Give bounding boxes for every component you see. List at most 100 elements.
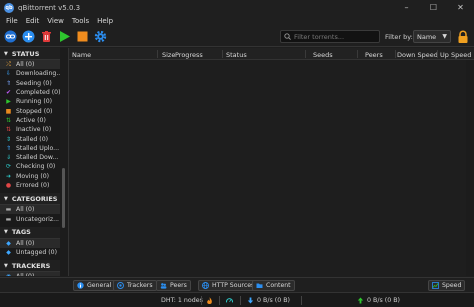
search-box[interactable] bbox=[280, 30, 380, 43]
minimize-button[interactable]: – bbox=[393, 0, 420, 15]
tab-peers[interactable]: Peers bbox=[156, 280, 191, 291]
menu-file[interactable]: File bbox=[2, 17, 22, 25]
sidebar-item-label: Completed (0) bbox=[16, 89, 60, 97]
sidebar-item-label: Moving (0) bbox=[16, 172, 50, 180]
sidebar-item-label: Stalled Dow... bbox=[16, 154, 59, 162]
sidebar-item-status-10[interactable]: ⇓ Stalled Dow... bbox=[0, 153, 60, 162]
tab-trackers[interactable]: Trackers bbox=[113, 280, 157, 291]
info-icon bbox=[77, 282, 84, 289]
sidebar-item-status-2[interactable]: ⇑ Seeding (0) bbox=[0, 79, 60, 88]
add-torrent-link-button[interactable] bbox=[3, 30, 17, 44]
sidebar-item-label: Seeding (0) bbox=[16, 79, 52, 87]
column-name[interactable]: Name bbox=[72, 51, 91, 59]
checking-icon: ⟳ bbox=[5, 163, 12, 171]
sidebar-item-status-1[interactable]: ⇩ Downloading... bbox=[0, 69, 60, 78]
moving-icon: ➜ bbox=[5, 172, 12, 180]
download-arrow-icon: ⇩ bbox=[5, 70, 12, 78]
tab-http-sources[interactable]: HTTP Sources bbox=[198, 280, 259, 291]
folder-icon: ▬ bbox=[5, 215, 12, 223]
column-up-speed[interactable]: Up Speed bbox=[440, 51, 471, 59]
peers-icon bbox=[160, 282, 167, 289]
speed-button[interactable]: Speed bbox=[428, 280, 466, 291]
column-down-speed[interactable]: Down Speed bbox=[397, 51, 438, 59]
sidebar-item-status-13[interactable]: ● Errored (0) bbox=[0, 181, 60, 190]
torrent-list-scrollbar[interactable] bbox=[466, 60, 474, 276]
torrent-list[interactable]: Name Size Progress Status Seeds Peers Do… bbox=[68, 48, 474, 276]
sidebar-item-label: Stopped (0) bbox=[16, 107, 53, 115]
tags-section-header[interactable]: ▼ TAGS bbox=[0, 226, 60, 239]
sidebar-item-status-4[interactable]: ▶ Running (0) bbox=[0, 97, 60, 106]
alt-speed-toggle[interactable] bbox=[226, 297, 236, 304]
sidebar-item-label: All (0) bbox=[16, 206, 35, 214]
trackers-icon bbox=[117, 282, 124, 289]
status-section-header[interactable]: ▼ STATUS bbox=[0, 48, 60, 60]
tab-trackers-label: Trackers bbox=[127, 282, 153, 289]
column-seeds[interactable]: Seeds bbox=[313, 51, 333, 59]
upload-speed-status: 0 B/s (0 B) bbox=[357, 297, 400, 304]
sidebar-item-status-3[interactable]: ✔ Completed (0) bbox=[0, 88, 60, 97]
sidebar-item-label: Errored (0) bbox=[16, 182, 50, 189]
sidebar-item-status-0[interactable]: ⤮ All (0) bbox=[0, 60, 60, 70]
maximize-button[interactable]: ☐ bbox=[420, 0, 447, 15]
stalled-download-icon: ⇓ bbox=[5, 154, 12, 162]
chevron-down-icon: ▼ bbox=[4, 195, 8, 202]
status-bar: DHT: 1 nodes 0 B/s (0 B) 0 B/s (0 B) bbox=[0, 292, 474, 307]
check-icon: ✔ bbox=[5, 89, 12, 97]
filter-by-select[interactable]: Name ▼ bbox=[413, 30, 451, 43]
qbittorrent-logo-icon: qb bbox=[4, 2, 14, 13]
delete-torrent-button[interactable] bbox=[39, 30, 53, 44]
trackers-section-header[interactable]: ▼ TRACKERS bbox=[0, 260, 60, 273]
sidebar-item-status-11[interactable]: ⟳ Checking (0) bbox=[0, 162, 60, 171]
sidebar-item-status-5[interactable]: ■ Stopped (0) bbox=[0, 106, 60, 115]
sidebar-item-category-1[interactable]: ▬ Uncategoriz... bbox=[0, 214, 60, 223]
categories-header-label: CATEGORIES bbox=[11, 194, 58, 203]
toolbar: Filter by: Name ▼ bbox=[0, 27, 474, 47]
sidebar-scroll-thumb[interactable] bbox=[62, 168, 65, 228]
stop-torrent-button[interactable] bbox=[75, 30, 89, 44]
start-torrent-button[interactable] bbox=[57, 30, 71, 44]
sidebar-item-tag-0[interactable]: ◆ All (0) bbox=[0, 238, 60, 249]
sidebar-scrollbar[interactable] bbox=[60, 48, 68, 276]
column-size[interactable]: Size bbox=[162, 51, 175, 59]
options-button[interactable] bbox=[93, 30, 107, 44]
search-icon bbox=[284, 33, 291, 40]
upload-chevron-icon: ⇑ bbox=[5, 79, 12, 87]
menu-tools[interactable]: Tools bbox=[68, 17, 93, 25]
add-torrent-file-button[interactable] bbox=[21, 30, 35, 44]
sidebar-item-status-12[interactable]: ➜ Moving (0) bbox=[0, 172, 60, 181]
properties-tab-bar: General Trackers Peers HTTP Sources Cont… bbox=[0, 277, 474, 292]
column-progress[interactable]: Progress bbox=[175, 51, 203, 59]
sidebar-item-tracker-0[interactable]: ◉ All (0) bbox=[0, 272, 60, 276]
sidebar-item-status-7[interactable]: ⇅ Inactive (0) bbox=[0, 125, 60, 134]
upload-arrow-icon bbox=[357, 297, 364, 304]
close-button[interactable]: ✕ bbox=[447, 0, 474, 15]
sidebar-item-tag-1[interactable]: ◆ Untagged (0) bbox=[0, 248, 60, 257]
tag-icon: ◆ bbox=[6, 239, 11, 247]
categories-section-header[interactable]: ▼ CATEGORIES bbox=[0, 193, 60, 206]
sidebar-item-category-0[interactable]: ▬ All (0) bbox=[0, 205, 60, 215]
tag-icon: ◆ bbox=[6, 249, 11, 257]
tab-general[interactable]: General bbox=[73, 280, 116, 291]
folder-icon bbox=[256, 282, 263, 289]
column-peers[interactable]: Peers bbox=[365, 51, 383, 59]
connection-status[interactable] bbox=[206, 296, 216, 304]
filter-by-label: Filter by: bbox=[385, 33, 413, 41]
window-title: qBittorrent v5.0.3 bbox=[18, 3, 81, 12]
flame-icon bbox=[206, 296, 213, 304]
lock-button[interactable] bbox=[456, 30, 470, 44]
menu-view[interactable]: View bbox=[43, 17, 68, 25]
lock-icon bbox=[458, 30, 468, 43]
menu-help[interactable]: Help bbox=[93, 17, 117, 25]
menu-edit[interactable]: Edit bbox=[22, 17, 44, 25]
column-status[interactable]: Status bbox=[226, 51, 247, 59]
tab-content[interactable]: Content bbox=[252, 280, 295, 291]
menu-bar: File Edit View Tools Help bbox=[0, 15, 474, 27]
sidebar-item-status-8[interactable]: ⇕ Stalled (0) bbox=[0, 134, 60, 143]
sidebar-item-status-9[interactable]: ⇑ Stalled Uplo... bbox=[0, 144, 60, 153]
sidebar-item-label: All (0) bbox=[16, 273, 34, 276]
speedometer-icon bbox=[226, 297, 233, 304]
tab-peers-label: Peers bbox=[170, 282, 187, 289]
search-input[interactable] bbox=[294, 32, 378, 41]
stalled-icon: ⇕ bbox=[5, 135, 12, 143]
sidebar-item-status-6[interactable]: ⇅ Active (0) bbox=[0, 116, 60, 125]
